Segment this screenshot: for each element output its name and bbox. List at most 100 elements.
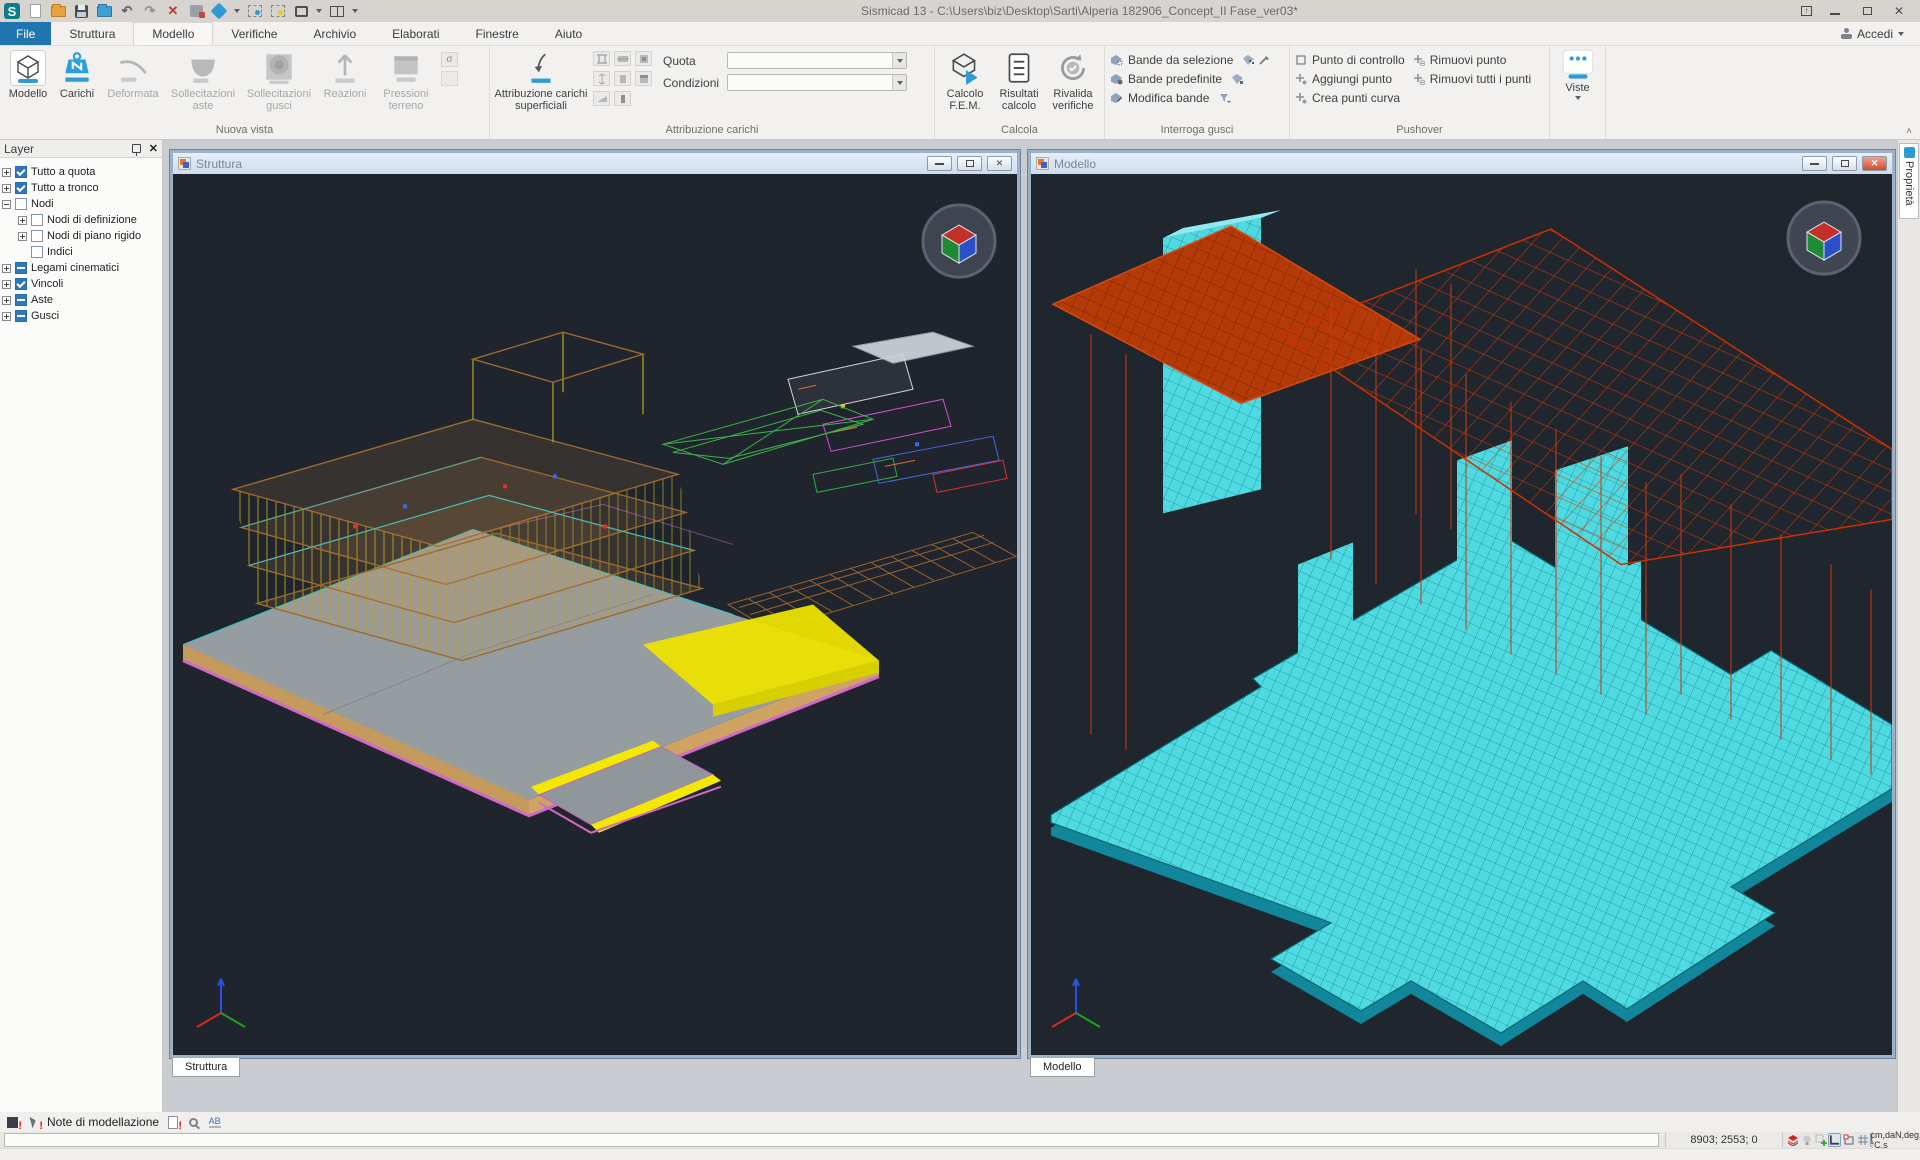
- window-view-button[interactable]: [293, 3, 309, 19]
- point-load-icon[interactable]: [614, 71, 631, 86]
- struttura-3d-viewport[interactable]: [173, 174, 1017, 1055]
- expand-icon[interactable]: [2, 312, 11, 321]
- struttura-maximize-button[interactable]: [957, 156, 982, 171]
- quota-combobox[interactable]: [727, 52, 907, 69]
- modello-3d-viewport[interactable]: [1031, 174, 1892, 1055]
- layer-item-nodi-di-piano-rigido[interactable]: Nodi di piano rigido: [2, 228, 160, 244]
- expand-icon[interactable]: [2, 264, 11, 273]
- minimize-button[interactable]: [1826, 4, 1844, 18]
- checkbox-unchecked[interactable]: [31, 230, 43, 242]
- selection-warning-button[interactable]: !: [26, 1115, 41, 1130]
- risultati-calcolo-button[interactable]: Risultati calcolo: [992, 48, 1046, 112]
- band-funnel-icon[interactable]: [1218, 92, 1231, 104]
- search-button[interactable]: [186, 1115, 201, 1130]
- modello-window-tab[interactable]: Modello: [1030, 1058, 1095, 1077]
- zoom-window-button[interactable]: [247, 3, 263, 19]
- close-button[interactable]: ✕: [1890, 4, 1908, 18]
- account-menu[interactable]: Accedi: [1841, 22, 1920, 45]
- expand-icon[interactable]: [2, 184, 11, 193]
- struttura-minimize-button[interactable]: [927, 156, 952, 171]
- layer-item-tutto-a-quota[interactable]: Tutto a quota: [2, 164, 160, 180]
- tab-archivio[interactable]: Archivio: [295, 22, 374, 45]
- expand-icon[interactable]: [2, 296, 11, 305]
- expand-icon[interactable]: [18, 216, 27, 225]
- modello-titlebar[interactable]: Modello ✕: [1031, 153, 1892, 174]
- modifica-bande-item[interactable]: Modifica bande: [1110, 90, 1271, 106]
- tab-verifiche[interactable]: Verifiche: [213, 22, 295, 45]
- view-style-caret-icon[interactable]: [234, 9, 240, 13]
- layer-item-aste[interactable]: Aste: [2, 292, 160, 308]
- modello-maximize-button[interactable]: [1832, 156, 1857, 171]
- view-style-button[interactable]: [211, 3, 227, 19]
- stamp-button[interactable]: [188, 3, 204, 19]
- expand-icon[interactable]: [2, 168, 11, 177]
- slab-load-icon[interactable]: [614, 51, 631, 66]
- rivalida-verifiche-button[interactable]: Rivalida verifiche: [1046, 48, 1100, 112]
- open-button[interactable]: [50, 3, 66, 19]
- restore-button[interactable]: [1858, 4, 1876, 18]
- checkbox-checked[interactable]: [15, 182, 27, 194]
- rimuovi-punto-item[interactable]: Rimuovi punto: [1413, 52, 1531, 68]
- tab-struttura[interactable]: Struttura: [51, 22, 133, 45]
- checkbox-checked[interactable]: [15, 166, 27, 178]
- report-warning-button[interactable]: !: [165, 1115, 180, 1130]
- modello-button[interactable]: Modello: [3, 48, 53, 100]
- calcolo-fem-button[interactable]: Calcolo F.E.M.: [938, 48, 992, 112]
- tab-file[interactable]: File: [0, 22, 51, 45]
- grid-add-icon[interactable]: [1814, 1133, 1827, 1147]
- delete-button[interactable]: ✕: [165, 3, 181, 19]
- command-input[interactable]: [4, 1133, 1659, 1147]
- light-bulb-icon[interactable]: [1800, 1133, 1813, 1147]
- beam-load-icon[interactable]: [593, 51, 610, 66]
- grid-display-icon[interactable]: [1856, 1133, 1869, 1147]
- window-view-caret-icon[interactable]: [316, 9, 322, 13]
- sollecitazioni-aste-button[interactable]: Sollecitazioni aste: [165, 48, 241, 112]
- bande-predefinite-item[interactable]: Bande predefinite: [1110, 71, 1271, 87]
- collapse-icon[interactable]: [2, 200, 11, 209]
- undo-button[interactable]: ↶: [119, 3, 135, 19]
- checkbox-checked[interactable]: [15, 278, 27, 290]
- osnap-icon[interactable]: [1842, 1133, 1855, 1147]
- save-button[interactable]: [73, 3, 89, 19]
- ribbon-collapse-box-icon[interactable]: ↑: [1801, 6, 1812, 16]
- layer-item-indici[interactable]: Indici: [2, 244, 160, 260]
- tile-windows-button[interactable]: [329, 3, 345, 19]
- layer-item-gusci[interactable]: Gusci: [2, 308, 160, 324]
- expand-icon[interactable]: [2, 280, 11, 289]
- bands-grid-icon[interactable]: [1242, 54, 1255, 66]
- model-notes-warning-button[interactable]: !: [5, 1115, 20, 1130]
- new-file-button[interactable]: [27, 3, 43, 19]
- struttura-close-button[interactable]: ✕: [987, 156, 1012, 171]
- checkbox-unchecked[interactable]: [31, 214, 43, 226]
- pressure-load-icon[interactable]: [635, 71, 652, 86]
- struttura-titlebar[interactable]: Struttura ✕: [173, 153, 1017, 174]
- condizioni-dropdown-icon[interactable]: [892, 75, 906, 90]
- condizioni-combobox[interactable]: [727, 74, 907, 91]
- modello-minimize-button[interactable]: [1802, 156, 1827, 171]
- deformata-button[interactable]: Deformata: [101, 48, 165, 100]
- spell-check-button[interactable]: AB: [207, 1115, 222, 1130]
- expand-icon[interactable]: [18, 232, 27, 241]
- punto-di-controllo-item[interactable]: Punto di controllo: [1295, 52, 1405, 68]
- reazioni-button[interactable]: Reazioni: [317, 48, 373, 100]
- carichi-button[interactable]: Carichi: [53, 48, 101, 100]
- layer-item-tutto-a-tronco[interactable]: Tutto a tronco: [2, 180, 160, 196]
- attribuzione-carichi-superficiali-button[interactable]: Attribuzione carichi superficiali: [493, 48, 589, 112]
- sollecitazioni-gusci-button[interactable]: Sollecitazioni gusci: [241, 48, 317, 112]
- band-picker-icon[interactable]: [1258, 54, 1271, 66]
- aggiungi-punto-item[interactable]: Aggiungi punto: [1295, 71, 1405, 87]
- layer-item-nodi-di-definizione[interactable]: Nodi di definizione: [2, 212, 160, 228]
- bands-preset-alt-icon[interactable]: [1231, 73, 1244, 85]
- crea-punti-curva-item[interactable]: Crea punti curva: [1295, 90, 1405, 106]
- checkbox-unchecked[interactable]: [15, 198, 27, 210]
- tab-finestre[interactable]: Finestre: [458, 22, 537, 45]
- layers-status-icon[interactable]: [1786, 1133, 1799, 1147]
- zoom-selection-button[interactable]: [270, 3, 286, 19]
- open-model-button[interactable]: [96, 3, 112, 19]
- line-load-icon[interactable]: [593, 71, 610, 86]
- sigma-view-button[interactable]: σ: [441, 52, 458, 67]
- modello-close-button[interactable]: ✕: [1862, 156, 1887, 171]
- dashed-region-button[interactable]: [441, 71, 458, 86]
- viste-button[interactable]: Viste: [1556, 48, 1600, 100]
- pressioni-terreno-button[interactable]: Pressioni terreno: [373, 48, 439, 112]
